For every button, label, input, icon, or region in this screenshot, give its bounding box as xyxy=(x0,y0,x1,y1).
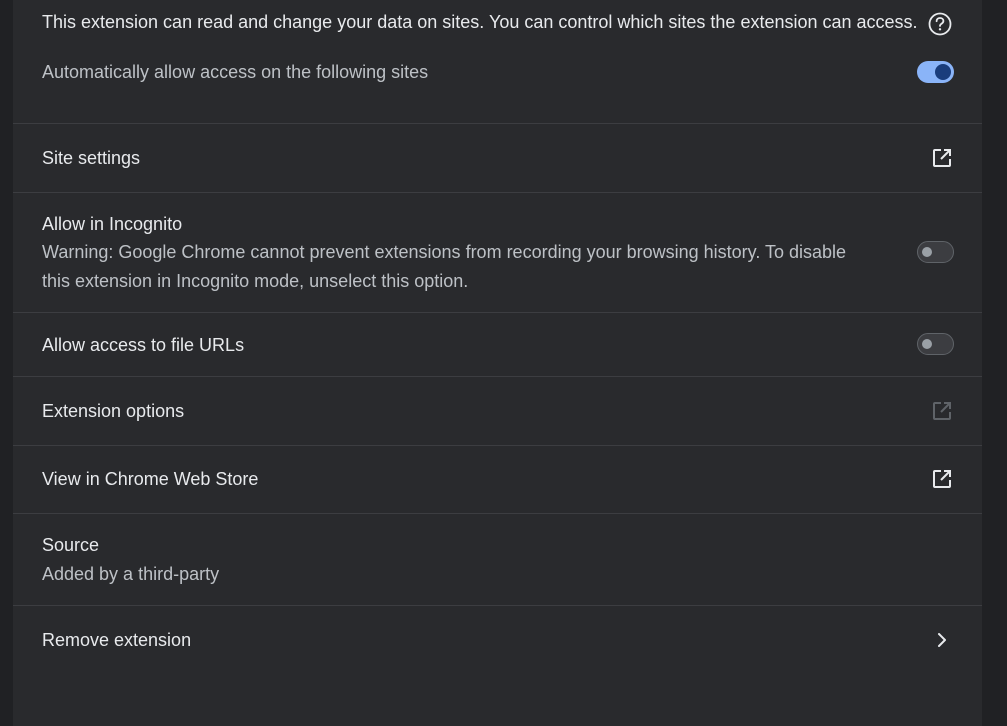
permissions-description: This extension can read and change your … xyxy=(42,12,918,32)
site-settings-row[interactable]: Site settings xyxy=(13,124,982,192)
remove-extension-row[interactable]: Remove extension xyxy=(13,606,982,674)
extension-options-row[interactable]: Extension options xyxy=(13,377,982,445)
source-row: Source Added by a third-party xyxy=(13,514,982,605)
incognito-row: Allow in Incognito Warning: Google Chrom… xyxy=(13,193,982,312)
incognito-warning-line2: this extension in Incognito mode, unsele… xyxy=(42,271,469,291)
incognito-toggle[interactable] xyxy=(917,241,954,263)
auto-allow-label: Automatically allow access on the follow… xyxy=(42,62,429,82)
extension-details-card: This extension can read and change your … xyxy=(13,0,982,726)
toggle-knob xyxy=(922,339,932,349)
extension-options-label: Extension options xyxy=(42,401,185,421)
site-settings-label: Site settings xyxy=(42,148,141,168)
toggle-knob xyxy=(922,247,932,257)
page-gutter-right xyxy=(982,0,1007,726)
remove-extension-label: Remove extension xyxy=(42,630,192,650)
file-urls-label: Allow access to file URLs xyxy=(42,335,245,355)
open-in-new-icon[interactable] xyxy=(930,146,954,170)
help-icon[interactable] xyxy=(927,11,953,37)
chevron-right-icon[interactable] xyxy=(930,628,954,652)
open-in-new-icon[interactable] xyxy=(930,467,954,491)
toggle-knob xyxy=(935,64,951,80)
file-urls-row: Allow access to file URLs xyxy=(13,313,982,376)
web-store-label: View in Chrome Web Store xyxy=(42,469,259,489)
page-gutter-left xyxy=(0,0,13,726)
web-store-row[interactable]: View in Chrome Web Store xyxy=(13,446,982,513)
incognito-label: Allow in Incognito xyxy=(42,214,183,234)
permissions-section: This extension can read and change your … xyxy=(13,0,982,123)
open-in-new-icon xyxy=(930,399,954,423)
file-urls-toggle[interactable] xyxy=(917,333,954,355)
source-value: Added by a third-party xyxy=(42,564,220,584)
auto-allow-toggle[interactable] xyxy=(917,61,954,83)
incognito-warning-line1: Warning: Google Chrome cannot prevent ex… xyxy=(42,242,847,262)
source-label: Source xyxy=(42,535,100,555)
